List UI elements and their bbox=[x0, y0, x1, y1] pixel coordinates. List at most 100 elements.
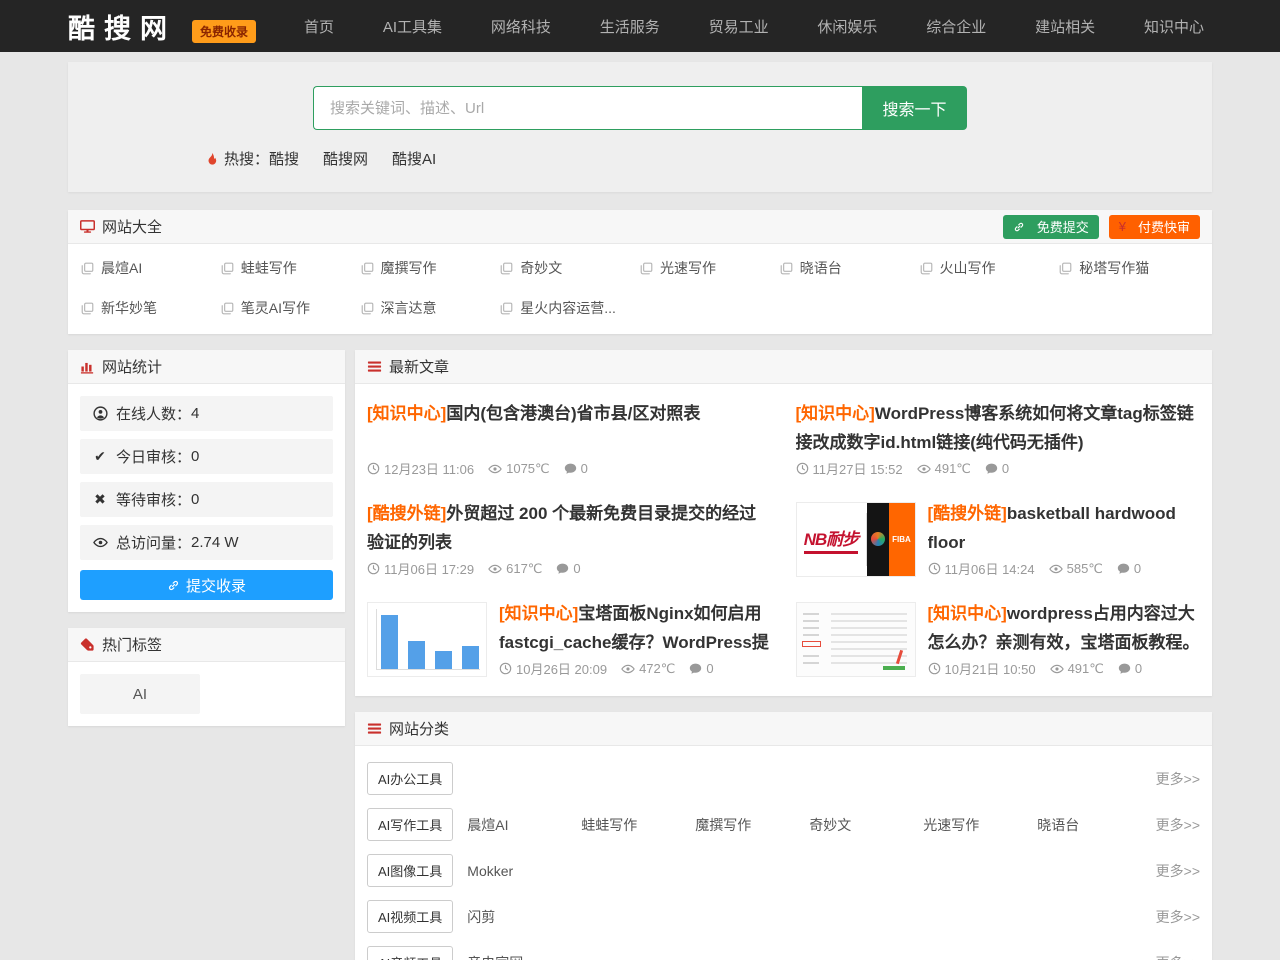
tag-ai[interactable]: AI bbox=[80, 674, 200, 714]
site-link[interactable]: 蛙蛙写作 bbox=[221, 258, 361, 278]
search-button[interactable]: 搜索一下 bbox=[862, 86, 967, 130]
nav-item-life-services[interactable]: 生活服务 bbox=[600, 16, 660, 37]
category-site-link[interactable]: 蛙蛙写作 bbox=[581, 815, 695, 835]
link-icon bbox=[1013, 221, 1025, 233]
site-link[interactable]: 光速写作 bbox=[640, 258, 780, 278]
site-link[interactable]: 笔灵AI写作 bbox=[221, 298, 361, 318]
more-link[interactable]: 更多>> bbox=[1156, 861, 1200, 881]
more-link[interactable]: 更多>> bbox=[1156, 907, 1200, 927]
more-link[interactable]: 更多>> bbox=[1156, 769, 1200, 789]
category-ai-audio-tools[interactable]: AI音频工具 bbox=[367, 946, 453, 960]
site-link[interactable]: 奇妙文 bbox=[500, 258, 640, 278]
site-link[interactable]: 火山写作 bbox=[920, 258, 1060, 278]
user-circle-icon bbox=[92, 406, 108, 421]
article-item: NB耐步 FIBA [酷搜外链]basketball hardwood floo… bbox=[796, 488, 1201, 588]
category-site-link[interactable]: Mokker bbox=[467, 863, 581, 879]
hot-search-item[interactable]: 酷搜网 bbox=[323, 148, 368, 169]
more-link[interactable]: 更多>> bbox=[1156, 815, 1200, 835]
site-link[interactable]: 魔撰写作 bbox=[361, 258, 501, 278]
nav-item-ai-tools[interactable]: AI工具集 bbox=[383, 16, 442, 37]
article-title[interactable]: [知识中心]国内(包含港澳台)省市县/区对照表 bbox=[367, 400, 772, 429]
comment-icon bbox=[564, 462, 577, 475]
category-row: AI视频工具 闪剪 更多>> bbox=[367, 900, 1200, 933]
site-link[interactable]: 星火内容运营... bbox=[500, 298, 640, 318]
article-title[interactable]: [酷搜外链]basketball hardwood floor bbox=[928, 500, 1201, 558]
category-ai-office-tools[interactable]: AI办公工具 bbox=[367, 762, 453, 795]
site-link[interactable]: 秘塔写作猫 bbox=[1059, 258, 1199, 278]
category-row: AI写作工具 晨煊AI 蛙蛙写作 魔撰写作 奇妙文 光速写作 晓语台 更多>> bbox=[367, 808, 1200, 841]
hot-search-item[interactable]: 酷搜AI bbox=[392, 148, 436, 169]
nav-item-enterprise[interactable]: 综合企业 bbox=[926, 16, 986, 37]
article-title[interactable]: [酷搜外链]外贸超过 200 个最新免费目录提交的经过验证的列表 bbox=[367, 500, 772, 558]
list-icon bbox=[367, 359, 382, 374]
site-link[interactable]: 晨煊AI bbox=[81, 258, 221, 278]
article-thumbnail-panel-screenshot[interactable] bbox=[796, 602, 916, 677]
eye-icon bbox=[488, 462, 502, 476]
nav-item-network-tech[interactable]: 网络科技 bbox=[491, 16, 551, 37]
monitor-icon bbox=[80, 219, 95, 234]
site-link[interactable]: 新华妙笔 bbox=[81, 298, 221, 318]
submit-listing-button[interactable]: 提交收录 bbox=[80, 570, 333, 600]
clone-icon bbox=[780, 262, 793, 275]
clone-icon bbox=[1059, 262, 1072, 275]
article-item: [知识中心]宝塔面板Nginx如何启用fastcgi_cache缓存？WordP… bbox=[367, 588, 772, 688]
nav-item-home[interactable]: 首页 bbox=[304, 16, 334, 37]
latest-articles-title: 最新文章 bbox=[389, 356, 449, 377]
category-site-link[interactable]: 音虫官网 bbox=[467, 953, 581, 960]
category-ai-image-tools[interactable]: AI图像工具 bbox=[367, 854, 453, 887]
category-ai-video-tools[interactable]: AI视频工具 bbox=[367, 900, 453, 933]
clone-icon bbox=[361, 302, 374, 315]
nav-item-trade-industry[interactable]: 贸易工业 bbox=[709, 16, 769, 37]
tag-icon bbox=[80, 637, 95, 652]
category-site-link[interactable]: 光速写作 bbox=[923, 815, 1037, 835]
site-categories-title: 网站分类 bbox=[389, 718, 449, 739]
search-input[interactable] bbox=[313, 86, 862, 130]
category-site-link[interactable]: 晓语台 bbox=[1037, 815, 1151, 835]
category-links: 闪剪 bbox=[467, 907, 1155, 927]
category-site-link[interactable]: 闪剪 bbox=[467, 907, 581, 927]
category-links: 晨煊AI 蛙蛙写作 魔撰写作 奇妙文 光速写作 晓语台 bbox=[467, 815, 1155, 835]
cross-icon: ✖ bbox=[92, 491, 108, 508]
free-submit-button[interactable]: 免费提交 bbox=[1003, 215, 1099, 239]
article-title[interactable]: [知识中心]wordpress占用内容过大怎么办？亲测有效，宝塔面板教程。 bbox=[928, 600, 1201, 658]
article-title[interactable]: [知识中心]WordPress博客系统如何将文章tag标签链接改成数字id.ht… bbox=[796, 400, 1201, 458]
article-meta: 11月27日 15:52 491℃ 0 bbox=[796, 459, 1201, 478]
clone-icon bbox=[81, 302, 94, 315]
eye-icon bbox=[917, 462, 931, 476]
article-item: [知识中心]WordPress博客系统如何将文章tag标签链接改成数字id.ht… bbox=[796, 388, 1201, 488]
hot-search-item[interactable]: 酷搜 bbox=[269, 148, 299, 169]
site-directory-grid: 晨煊AI 蛙蛙写作 魔撰写作 奇妙文 光速写作 晓语台 火山写作 秘塔写作猫 新… bbox=[68, 244, 1212, 334]
clock-icon bbox=[928, 662, 941, 675]
free-listing-badge[interactable]: 免费收录 bbox=[192, 20, 256, 43]
site-categories-card: 网站分类 AI办公工具 更多>> AI写作工具 晨煊AI 蛙蛙写作 魔撰写作 bbox=[355, 712, 1212, 960]
site-logo[interactable]: 酷搜网 bbox=[68, 7, 176, 46]
site-link[interactable]: 晓语台 bbox=[780, 258, 920, 278]
clone-icon bbox=[81, 262, 94, 275]
article-title[interactable]: [知识中心]宝塔面板Nginx如何启用fastcgi_cache缓存？WordP… bbox=[499, 600, 772, 658]
article-item: [知识中心]国内(包含港澳台)省市县/区对照表 12月23日 11:06 107… bbox=[367, 388, 772, 488]
category-ai-writing-tools[interactable]: AI写作工具 bbox=[367, 808, 453, 841]
nav-item-site-building[interactable]: 建站相关 bbox=[1035, 16, 1095, 37]
clone-icon bbox=[361, 262, 374, 275]
top-bar: 酷搜网 免费收录 首页 AI工具集 网络科技 生活服务 贸易工业 休闲娱乐 综合… bbox=[0, 0, 1280, 52]
category-site-link[interactable]: 奇妙文 bbox=[809, 815, 923, 835]
category-site-link[interactable]: 晨煊AI bbox=[467, 815, 581, 835]
nav-item-knowledge[interactable]: 知识中心 bbox=[1144, 16, 1204, 37]
site-link[interactable]: 深言达意 bbox=[361, 298, 501, 318]
article-item: [酷搜外链]外贸超过 200 个最新免费目录提交的经过验证的列表 11月06日 … bbox=[367, 488, 772, 588]
hot-tags-card: 热门标签 AI bbox=[68, 628, 345, 726]
more-link[interactable]: 更多>> bbox=[1156, 953, 1200, 960]
category-site-link[interactable]: 魔撰写作 bbox=[695, 815, 809, 835]
stat-reviewed-today: ✔ 今日审核：0 bbox=[80, 439, 333, 474]
category-links: 音虫官网 bbox=[467, 953, 1155, 960]
article-meta: 10月26日 20:09 472℃ 0 bbox=[499, 659, 772, 678]
search-hero: 搜索一下 热搜： 酷搜 酷搜网 酷搜AI bbox=[68, 62, 1212, 192]
nav-item-leisure[interactable]: 休闲娱乐 bbox=[817, 16, 877, 37]
article-thumbnail-bar-chart[interactable] bbox=[367, 602, 487, 677]
article-thumbnail-nb-basketball[interactable]: NB耐步 FIBA bbox=[796, 502, 916, 577]
category-row: AI音频工具 音虫官网 更多>> bbox=[367, 946, 1200, 960]
comment-icon bbox=[1118, 662, 1131, 675]
yen-icon: ¥ bbox=[1119, 219, 1126, 234]
main-column: 最新文章 [知识中心]国内(包含港澳台)省市县/区对照表 12月23日 11:0… bbox=[355, 350, 1212, 960]
paid-review-button[interactable]: ¥ 付费快审 bbox=[1109, 215, 1200, 239]
